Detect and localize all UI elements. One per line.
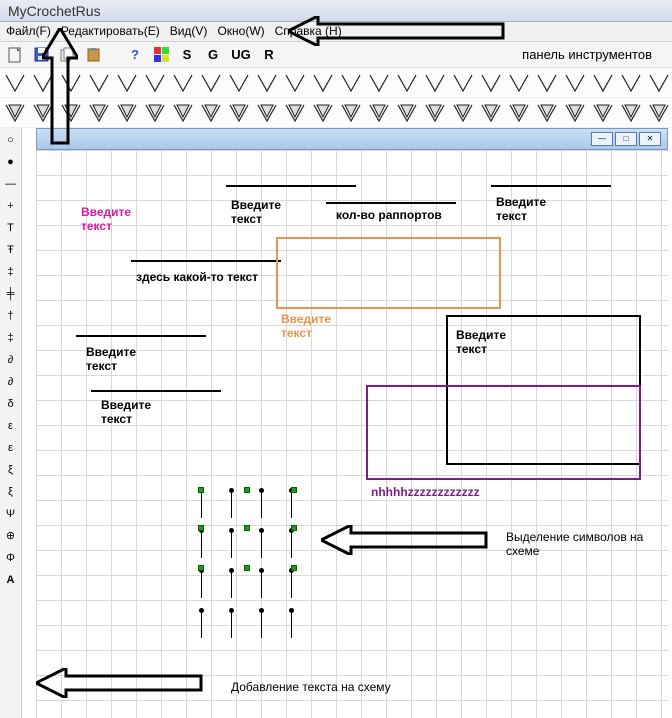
symbol-row-1[interactable] <box>0 68 672 98</box>
text-label[interactable]: кол-во раппортов <box>336 208 442 222</box>
new-icon[interactable] <box>6 46 24 64</box>
orange-box[interactable] <box>276 237 501 309</box>
text-label[interactable]: здесь какой-то текст <box>136 270 258 284</box>
selection-handle[interactable] <box>244 565 250 571</box>
selection-handle[interactable] <box>291 487 297 493</box>
canvas-area[interactable]: — □ ✕ Введите текст Введите текст кол-во… <box>22 128 672 718</box>
text-label[interactable]: Введите текст <box>496 195 566 223</box>
vtool-sym6[interactable]: ε <box>3 418 19 434</box>
vtool-t4[interactable]: ╪ <box>3 286 19 302</box>
selection-handle[interactable] <box>198 487 204 493</box>
vtool-sym7[interactable]: ε <box>3 440 19 456</box>
line <box>326 202 456 204</box>
tool-g[interactable]: G <box>204 46 222 64</box>
vtool-sym12[interactable]: Φ <box>3 550 19 566</box>
paste-icon[interactable] <box>84 46 102 64</box>
arrow-toolbar <box>288 16 508 46</box>
help-icon[interactable]: ? <box>126 46 144 64</box>
vertical-toolbox: ○ ● — + T Ŧ ‡ ╪ † ‡ ∂ ∂ δ ε ε ξ ξ Ψ ⊕ Φ … <box>0 128 22 718</box>
selection-handle[interactable] <box>291 565 297 571</box>
arrow-text-tool <box>36 668 206 698</box>
vtool-sym5[interactable]: δ <box>3 396 19 412</box>
arrow-save <box>42 28 78 148</box>
line <box>491 185 611 187</box>
line <box>76 335 206 337</box>
tool-s[interactable]: S <box>178 46 196 64</box>
minimize-button[interactable]: — <box>591 132 613 146</box>
toolbar-label: панель инструментов <box>522 47 652 62</box>
vtool-text[interactable]: A <box>3 572 19 588</box>
selection-handle[interactable] <box>198 565 204 571</box>
selection-handle[interactable] <box>244 487 250 493</box>
vtool-sym4[interactable]: ∂ <box>3 374 19 390</box>
vtool-dash[interactable]: — <box>3 176 19 192</box>
color-grid-icon[interactable] <box>152 46 170 64</box>
vtool-circle[interactable]: ○ <box>3 132 19 148</box>
purple-box[interactable] <box>366 385 641 480</box>
close-button[interactable]: ✕ <box>639 132 661 146</box>
line <box>91 390 221 392</box>
vtool-sym9[interactable]: ξ <box>3 484 19 500</box>
line <box>226 185 356 187</box>
line <box>131 260 281 262</box>
vtool-sym10[interactable]: Ψ <box>3 506 19 522</box>
selection-handle[interactable] <box>244 525 250 531</box>
vtool-plus[interactable]: + <box>3 198 19 214</box>
vtool-sym1[interactable]: † <box>3 308 19 324</box>
text-label[interactable]: Введите текст <box>231 198 301 226</box>
annotation: Выделение символов на схеме <box>506 530 656 558</box>
tool-r[interactable]: R <box>260 46 278 64</box>
tool-ug[interactable]: UG <box>230 46 252 64</box>
vtool-t3[interactable]: ‡ <box>3 264 19 280</box>
selection-handle[interactable] <box>198 525 204 531</box>
text-label[interactable]: Введите текст <box>456 328 526 356</box>
menu-window[interactable]: Окно(W) <box>217 24 264 39</box>
text-label[interactable]: Введите текст <box>281 312 351 340</box>
vtool-t2[interactable]: Ŧ <box>3 242 19 258</box>
menu-view[interactable]: Вид(V) <box>170 24 208 39</box>
annotation: Добавление текста на схему <box>231 680 391 694</box>
vtool-sym8[interactable]: ξ <box>3 462 19 478</box>
vtool-sym2[interactable]: ‡ <box>3 330 19 346</box>
vtool-sym11[interactable]: ⊕ <box>3 528 19 544</box>
selection-handle[interactable] <box>291 525 297 531</box>
symbol-row-2[interactable] <box>0 98 672 128</box>
vtool-sym3[interactable]: ∂ <box>3 352 19 368</box>
maximize-button[interactable]: □ <box>615 132 637 146</box>
text-label[interactable]: Введите текст <box>101 398 171 426</box>
vtool-dot[interactable]: ● <box>3 154 19 170</box>
grid-canvas[interactable]: Введите текст Введите текст кол-во раппо… <box>36 150 668 718</box>
text-label[interactable]: Введите текст <box>81 205 151 233</box>
vtool-t[interactable]: T <box>3 220 19 236</box>
text-label[interactable]: Введите текст <box>86 345 156 373</box>
text-label[interactable]: nhhhhzzzzzzzzzzzz <box>371 485 480 499</box>
document-frame: — □ ✕ <box>36 128 668 150</box>
arrow-selection <box>321 525 491 555</box>
